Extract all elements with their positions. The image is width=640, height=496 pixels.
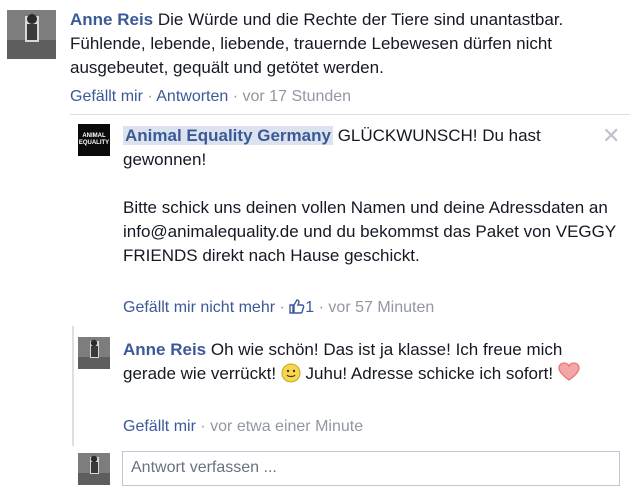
avatar-photo-icon: [78, 453, 110, 485]
page-avatar-logo[interactable]: ANIMAL EQUALITY: [78, 124, 110, 156]
reply-text-paragraph: Bitte schick uns deinen vollen Namen und…: [123, 198, 616, 265]
reply-body: Anne Reis Oh wie schön! Das ist ja klass…: [123, 338, 618, 386]
reply-author[interactable]: Animal Equality Germany: [123, 126, 333, 145]
separator: ·: [200, 418, 206, 435]
avatar[interactable]: [78, 337, 110, 369]
comment-timestamp[interactable]: vor 17 Stunden: [243, 88, 352, 105]
separator: ·: [147, 88, 153, 105]
nested-reply-rule: [72, 326, 74, 446]
avatar[interactable]: [7, 10, 56, 59]
reply-actions: Gefällt mir · vor etwa einer Minute: [123, 417, 363, 437]
comment-actions: Gefällt mir · Antworten · vor 17 Stunden: [70, 87, 351, 107]
like-count[interactable]: 1: [289, 299, 318, 316]
separator: ·: [318, 299, 324, 316]
separator: ·: [279, 299, 285, 316]
avatar-photo-icon: [78, 337, 110, 369]
reply-input[interactable]: Antwort verfassen ...: [122, 451, 620, 486]
like-count-value: 1: [305, 299, 315, 316]
avatar-photo-icon: [7, 10, 56, 59]
comment-author[interactable]: Anne Reis: [70, 10, 153, 29]
comment-body: Anne Reis Die Würde und die Rechte der T…: [70, 8, 630, 80]
heart-emoji-icon: [558, 362, 580, 381]
reply-author[interactable]: Anne Reis: [123, 340, 206, 359]
reply-thread-rule: [70, 114, 630, 115]
separator: ·: [232, 88, 239, 105]
logo-text: ANIMAL EQUALITY: [78, 133, 110, 146]
reply-link[interactable]: Antworten: [156, 88, 228, 105]
reply-actions: Gefällt mir nicht mehr · 1 · vor 57 Minu…: [123, 298, 434, 318]
unlike-link[interactable]: Gefällt mir nicht mehr: [123, 299, 275, 316]
reply-timestamp[interactable]: vor etwa einer Minute: [210, 418, 363, 435]
avatar: [78, 453, 110, 485]
reply-body: Animal Equality Germany GLÜCKWUNSCH! Du …: [123, 124, 603, 172]
reply-text-continued: Juhu! Adresse schicke ich sofort!: [305, 364, 554, 383]
smile-emoji-icon: [281, 363, 301, 383]
like-link[interactable]: Gefällt mir: [70, 88, 143, 105]
reply-timestamp[interactable]: vor 57 Minuten: [328, 299, 434, 316]
thumbs-up-icon: [289, 299, 305, 314]
like-link[interactable]: Gefällt mir: [123, 418, 196, 435]
close-icon[interactable]: ✕: [602, 125, 620, 147]
